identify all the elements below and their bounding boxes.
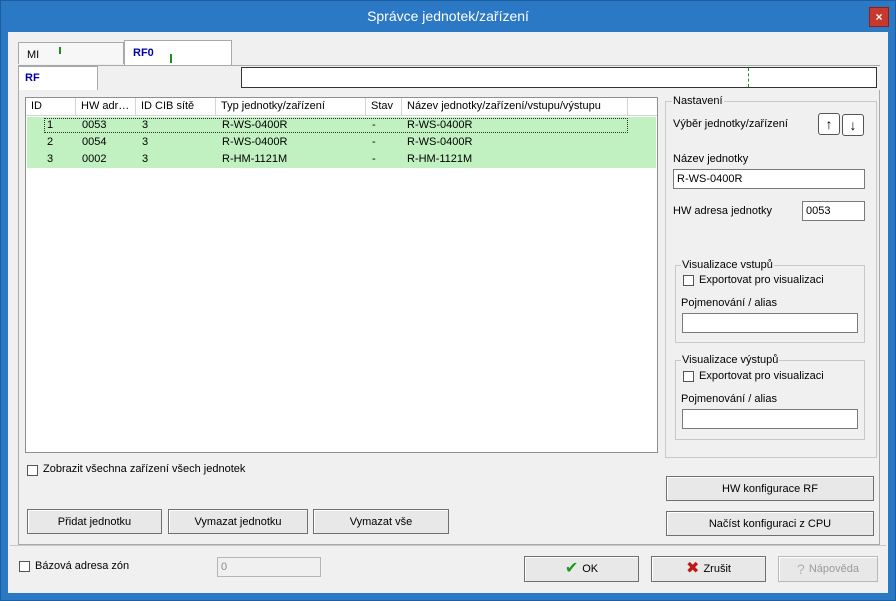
check-icon: ✔: [564, 560, 579, 577]
cell-type: R-WS-0400R: [222, 136, 288, 148]
activity-indicator-box: [241, 67, 877, 88]
unit-name-label: Název jednotky: [673, 153, 749, 165]
outputs-export-label: Exportovat pro visualizaci: [699, 370, 824, 382]
inputs-export-label: Exportovat pro visualizaci: [699, 274, 824, 286]
cell-type: R-HM-1121M: [222, 153, 288, 165]
outputs-alias-input[interactable]: [682, 409, 858, 429]
col-id[interactable]: ID: [26, 98, 76, 116]
add-unit-label: Přidat jednotku: [57, 515, 132, 528]
add-unit-button[interactable]: Přidat jednotku: [27, 509, 162, 534]
tab-mi[interactable]: MI: [18, 42, 124, 64]
cell-type: R-WS-0400R: [222, 119, 288, 131]
activity-marker: [748, 68, 749, 87]
help-label: Nápověda: [808, 563, 859, 575]
hw-config-button[interactable]: HW konfigurace RF: [666, 476, 874, 501]
show-all-label: Zobrazit všechna zařízení všech jednotek: [43, 463, 246, 475]
tab-mi-indicator: [59, 47, 61, 54]
tab-rf0[interactable]: RF0: [124, 40, 232, 66]
base-zone-label: Bázová adresa zón: [35, 560, 130, 572]
table-row[interactable]: 1 0053 3 R-WS-0400R - R-WS-0400R: [27, 117, 656, 134]
col-cib-id[interactable]: ID CIB sítě: [136, 98, 216, 116]
tab-rf0-indicator: [170, 54, 172, 63]
x-icon: ✖: [686, 560, 700, 577]
cell-state: -: [372, 153, 376, 165]
col-state[interactable]: Stav: [366, 98, 402, 116]
cell-name: R-WS-0400R: [407, 119, 473, 131]
ok-label: OK: [582, 563, 599, 575]
inputs-alias-input[interactable]: [682, 313, 858, 333]
device-list[interactable]: ID HW adr… ID CIB sítě Typ jednotky/zaří…: [25, 97, 658, 453]
cell-cib: 3: [142, 153, 149, 165]
title-bar[interactable]: Správce jednotek/zařízení ×: [1, 1, 895, 32]
dialog-client: MI RF0 RF ID HW adr… ID CIB sítě Typ jed…: [8, 32, 888, 593]
cancel-button[interactable]: ✖ Zrušit: [651, 556, 766, 582]
delete-all-button[interactable]: Vymazat vše: [313, 509, 449, 534]
outputs-alias-label: Pojmenování / alias: [681, 393, 777, 405]
arrow-down-icon: ↓: [849, 117, 857, 133]
close-button[interactable]: ×: [869, 7, 889, 27]
list-header: ID HW adr… ID CIB sítě Typ jednotky/zaří…: [26, 98, 657, 116]
tab-rf-label: RF: [25, 72, 40, 84]
cell-cib: 3: [142, 119, 149, 131]
outputs-visualization-title: Visualizace výstupů: [681, 354, 780, 366]
load-config-label: Načíst konfiguraci z CPU: [708, 517, 832, 530]
tab-rf[interactable]: RF: [18, 66, 98, 90]
hw-config-label: HW konfigurace RF: [722, 482, 818, 495]
base-zone-checkbox[interactable]: [19, 561, 30, 572]
hw-address-input[interactable]: 0053: [802, 201, 865, 221]
cell-state: -: [372, 136, 376, 148]
load-config-button[interactable]: Načíst konfiguraci z CPU: [666, 511, 874, 536]
table-row[interactable]: 2 0054 3 R-WS-0400R - R-WS-0400R: [27, 134, 656, 151]
col-type[interactable]: Typ jednotky/zařízení: [216, 98, 366, 116]
selection-label: Výběr jednotky/zařízení: [673, 118, 788, 130]
tab-mi-label: MI: [27, 49, 40, 61]
outputs-export-checkbox[interactable]: [683, 371, 694, 382]
help-button[interactable]: ? Nápověda: [778, 556, 878, 582]
cell-hw: 0002: [82, 153, 107, 165]
row-focus-rect: [44, 118, 628, 133]
tab-divider: [18, 65, 880, 66]
cell-id: 1: [47, 119, 54, 131]
move-down-button[interactable]: ↓: [842, 114, 864, 136]
move-up-button[interactable]: ↑: [818, 113, 840, 135]
bottom-separator: [10, 545, 886, 546]
cell-name: R-HM-1121M: [407, 153, 473, 165]
tab-rf0-label: RF0: [133, 47, 154, 59]
delete-all-label: Vymazat vše: [349, 515, 413, 528]
arrow-up-icon: ↑: [825, 116, 833, 132]
col-name[interactable]: Název jednotky/zařízení/vstupu/výstupu: [402, 98, 628, 116]
table-row[interactable]: 3 0002 3 R-HM-1121M - R-HM-1121M: [27, 151, 656, 168]
cancel-label: Zrušit: [703, 563, 731, 575]
inputs-alias-label: Pojmenování / alias: [681, 297, 777, 309]
base-zone-input[interactable]: 0: [217, 557, 321, 577]
col-hw-address[interactable]: HW adr…: [76, 98, 136, 116]
inputs-export-checkbox[interactable]: [683, 275, 694, 286]
show-all-checkbox[interactable]: [27, 465, 38, 476]
help-icon: ?: [797, 561, 805, 577]
dialog-window: Správce jednotek/zařízení × MI RF0 RF ID…: [0, 0, 896, 601]
cell-hw: 0053: [82, 119, 107, 131]
hw-address-label: HW adresa jednotky: [673, 205, 773, 217]
delete-unit-button[interactable]: Vymazat jednotku: [168, 509, 308, 534]
cell-state: -: [372, 119, 376, 131]
inputs-visualization-title: Visualizace vstupů: [681, 259, 774, 271]
cell-id: 2: [47, 136, 54, 148]
window-title: Správce jednotek/zařízení: [367, 8, 529, 24]
cell-name: R-WS-0400R: [407, 136, 473, 148]
unit-name-input[interactable]: R-WS-0400R: [673, 169, 865, 189]
cell-id: 3: [47, 153, 54, 165]
cell-cib: 3: [142, 136, 149, 148]
delete-unit-label: Vymazat jednotku: [194, 515, 282, 528]
ok-button[interactable]: ✔ OK: [524, 556, 639, 582]
settings-title: Nastavení: [672, 95, 724, 107]
cell-hw: 0054: [82, 136, 107, 148]
